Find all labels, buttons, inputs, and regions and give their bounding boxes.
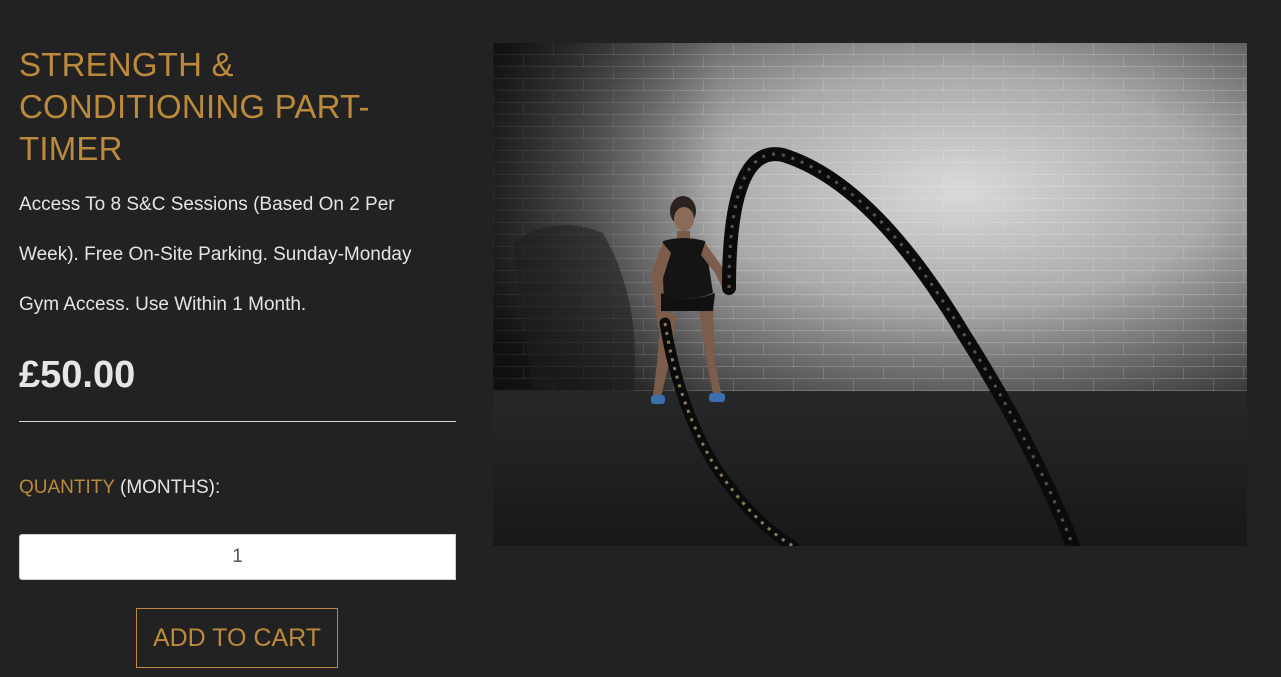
quantity-label-accent: QUANTITY (19, 477, 115, 498)
quantity-input[interactable] (19, 534, 456, 580)
divider (19, 421, 456, 422)
battle-rope-photo (493, 43, 1247, 546)
product-image (493, 43, 1247, 546)
product-title: STRENGTH & CONDITIONING PART-TIMER (19, 46, 370, 167)
quantity-label: QUANTITY (MONTHS): (19, 476, 456, 500)
product-price: £50.00 (19, 354, 136, 396)
product-description: Access To 8 S&C Sessions (Based On 2 Per… (19, 194, 412, 315)
quantity-label-unit: (MONTHS): (114, 477, 221, 498)
product-details: STRENGTH & CONDITIONING PART-TIMER Acces… (19, 44, 456, 580)
add-to-cart-button[interactable]: ADD TO CART (136, 608, 338, 668)
add-to-cart-wrapper: ADD TO CART (136, 608, 338, 668)
